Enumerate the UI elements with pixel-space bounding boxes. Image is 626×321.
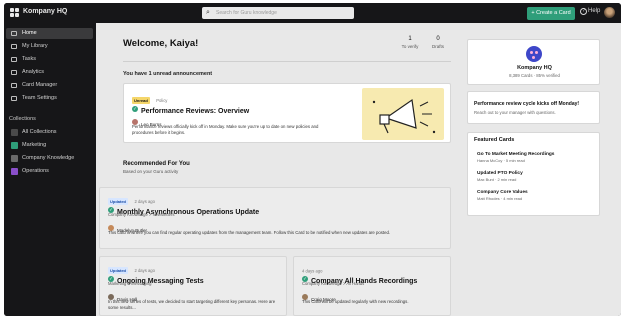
recommended-card[interactable]: Updated 2 days ago ✓ Monthly Asynchronous…: [99, 187, 451, 249]
create-card-button[interactable]: + Create a Card: [527, 7, 575, 20]
user-avatar[interactable]: [604, 7, 615, 18]
company-stats: 8,389 Cards · 85% verified: [509, 73, 560, 78]
sidebar-item-label: Team Settings: [22, 95, 57, 101]
help-label: Help: [588, 8, 601, 14]
promo-card[interactable]: Performance review cycle kicks off Monda…: [467, 91, 600, 124]
recommended-heading: Recommended For You: [123, 161, 190, 167]
megaphone-illustration: [362, 88, 444, 140]
recommended-card[interactable]: 4 days ago ✓ Company All Hands Recordings…: [293, 256, 451, 316]
search-input[interactable]: ⌕ Search for Guru knowledge: [202, 7, 354, 19]
collection-marketing[interactable]: Marketing: [6, 140, 93, 151]
card-collection[interactable]: Company Knowledge > All Hands: [302, 281, 364, 286]
collection-icon: [11, 168, 18, 175]
page-title: Welcome, Kaiya!: [123, 38, 199, 49]
settings-icon: [11, 96, 17, 101]
collection-company-knowledge[interactable]: Company Knowledge: [6, 153, 93, 164]
home-icon: [11, 31, 17, 36]
collection-label: Operations: [22, 168, 49, 174]
stat-value: 1: [408, 36, 412, 42]
to-verify-stat[interactable]: 1 To verify: [397, 36, 423, 49]
announcement-card[interactable]: Unread Policy ✓ Performance Reviews: Over…: [123, 83, 451, 143]
card-body: Performance reviews officially kick off …: [132, 124, 319, 135]
help-icon: ?: [580, 8, 587, 15]
collection-label: Marketing: [22, 142, 47, 148]
megaphone-icon: [372, 98, 436, 134]
sidebar-item-my-library[interactable]: My Library: [6, 41, 93, 52]
card-body: In this new series of tests, we decided …: [108, 299, 276, 310]
library-icon: [11, 44, 17, 49]
sidebar-item-label: My Library: [22, 43, 48, 49]
sidebar: Home My Library Tasks Analytics Card Man…: [4, 23, 96, 316]
recommended-card[interactable]: Updated 2 days ago ✓ Ongoing Messaging Te…: [99, 256, 287, 316]
company-logo: [526, 46, 542, 62]
card-body: This Card will be updated regularly with…: [302, 299, 409, 304]
card-manager-icon: [11, 83, 17, 88]
sidebar-item-label: Analytics: [22, 69, 45, 75]
analytics-icon: [11, 70, 17, 75]
featured-card-meta: Hanna McCoy · 5 min read: [477, 158, 525, 163]
featured-cards-panel: Featured Cards Go To Market Meeting Reco…: [467, 132, 600, 216]
divider: [123, 61, 451, 62]
collection-icon: [11, 129, 18, 136]
app-logo-icon[interactable]: [10, 8, 20, 18]
search-placeholder: Search for Guru knowledge: [216, 10, 277, 16]
featured-card-title: Company Core Values: [477, 190, 528, 195]
company-card[interactable]: Kompany HQ 8,389 Cards · 85% verified: [467, 39, 600, 85]
featured-title: Featured Cards: [474, 137, 515, 143]
collection-label: All Collections: [22, 129, 57, 135]
sidebar-item-card-manager[interactable]: Card Manager: [6, 80, 93, 91]
help-button[interactable]: ? Help: [580, 8, 600, 15]
sidebar-item-analytics[interactable]: Analytics: [6, 67, 93, 78]
drafts-stat[interactable]: 0 Drafts: [425, 36, 451, 49]
verified-check-icon: ✓: [132, 105, 138, 112]
featured-card-item[interactable]: Go To Market Meeting Recordings Hanna Mc…: [477, 152, 554, 163]
card-body: This card is where you can find regular …: [108, 230, 391, 235]
featured-card-item[interactable]: Company Core Values Matt Rhodes · 4 min …: [477, 190, 528, 201]
collection-icon: [11, 142, 18, 149]
sidebar-item-team-settings[interactable]: Team Settings: [6, 93, 93, 104]
promo-title: Performance review cycle kicks off Monda…: [474, 101, 580, 107]
sidebar-item-tasks[interactable]: Tasks: [6, 54, 93, 65]
app-window: Kompany HQ ⌕ Search for Guru knowledge +…: [4, 3, 621, 316]
card-collection[interactable]: Company Knowledge > Newsletters: [108, 212, 174, 217]
collection-operations[interactable]: Operations: [6, 166, 93, 177]
announcement-heading: You have 1 unread announcement: [123, 71, 213, 77]
recommended-subheading: Based on your Guru activity: [123, 169, 179, 174]
promo-body: Reach out to your manager with questions…: [474, 110, 556, 115]
collection-icon: [11, 155, 18, 162]
featured-card-meta: Max Bunt · 2 min read: [477, 177, 517, 182]
featured-card-title: Updated PTO Policy: [477, 171, 523, 176]
sidebar-item-label: Home: [22, 30, 37, 36]
featured-card-title: Go To Market Meeting Recordings: [477, 152, 555, 157]
collection-all[interactable]: All Collections: [6, 127, 93, 138]
sidebar-item-label: Card Manager: [22, 82, 58, 88]
stat-label: Drafts: [431, 44, 444, 49]
card-collection[interactable]: Marketing > Messaging: [108, 281, 151, 286]
stat-label: To verify: [401, 44, 419, 49]
featured-card-item[interactable]: Updated PTO Policy Max Bunt · 2 min read: [477, 171, 523, 182]
search-icon: ⌕: [206, 9, 210, 16]
top-bar: Kompany HQ ⌕ Search for Guru knowledge +…: [4, 3, 621, 23]
workspace-name[interactable]: Kompany HQ: [23, 8, 67, 15]
tasks-icon: [11, 57, 17, 62]
sidebar-item-label: Tasks: [22, 56, 37, 62]
sidebar-item-home[interactable]: Home: [6, 28, 93, 39]
collection-label: Company Knowledge: [22, 155, 75, 161]
collections-title: Collections: [9, 116, 36, 122]
stat-value: 0: [436, 36, 440, 42]
company-name: Kompany HQ: [517, 65, 552, 71]
main-content: Welcome, Kaiya! 1 To verify 0 Drafts You…: [96, 23, 621, 316]
featured-card-meta: Matt Rhodes · 4 min read: [477, 196, 523, 201]
